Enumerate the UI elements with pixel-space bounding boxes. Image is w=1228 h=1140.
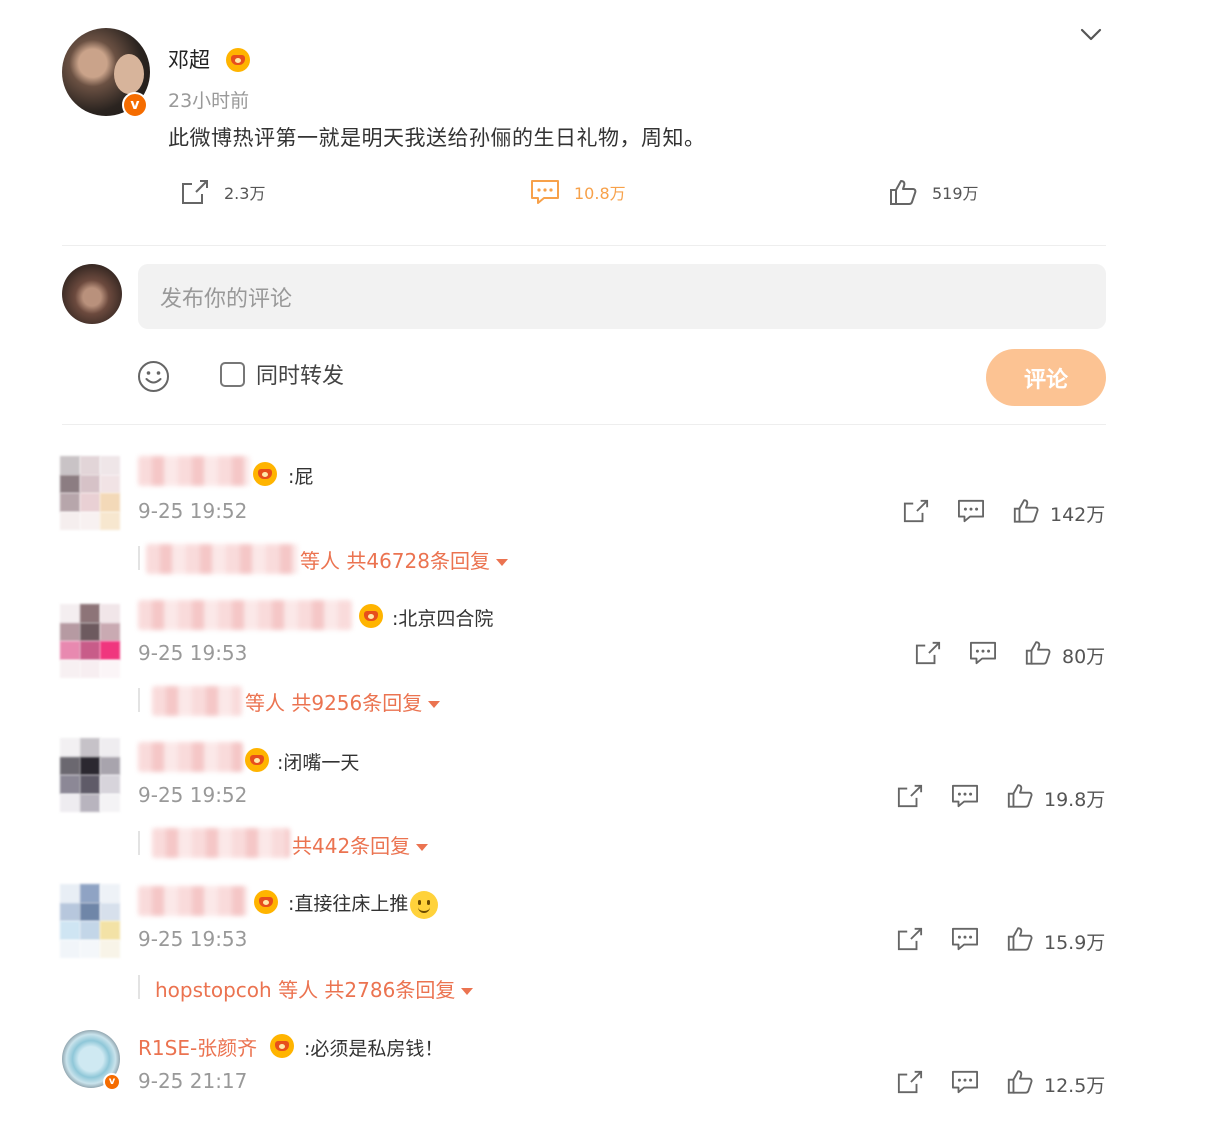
comment-like-count: 80万 bbox=[1062, 646, 1106, 668]
commenter-avatar[interactable] bbox=[60, 604, 120, 678]
repost-icon[interactable] bbox=[896, 1069, 924, 1095]
reply-summary: 共442条回复 bbox=[292, 834, 411, 858]
divider bbox=[62, 245, 1106, 246]
comment-like-count: 142万 bbox=[1050, 504, 1106, 526]
comment-button[interactable]: 10.8万 bbox=[530, 178, 626, 206]
comment-text: :必须是私房钱！ bbox=[304, 1038, 444, 1060]
chevron-down-icon bbox=[495, 559, 508, 566]
comment-input[interactable]: 发布你的评论 bbox=[138, 264, 1106, 329]
comment-time: 9-25 19:52 bbox=[138, 499, 248, 523]
weibo-post-page: v 邓超 23小时前 此微博热评第一就是明天我送给孙俪的生日礼物，周知。 2.3… bbox=[0, 0, 1228, 1140]
comment-icon[interactable] bbox=[951, 926, 979, 952]
my-avatar[interactable] bbox=[62, 264, 122, 324]
reply-bar bbox=[138, 831, 140, 855]
crown-icon bbox=[254, 890, 278, 914]
post-text: 此微博热评第一就是明天我送给孙俪的生日礼物，周知。 bbox=[168, 126, 706, 150]
crown-icon bbox=[245, 748, 269, 772]
reply-users[interactable] bbox=[152, 828, 290, 858]
reply-bar bbox=[138, 975, 140, 999]
chevron-down-icon bbox=[461, 988, 474, 995]
divider bbox=[62, 424, 1106, 425]
comment-icon[interactable] bbox=[951, 783, 979, 809]
view-replies-link[interactable]: 共442条回复 bbox=[292, 830, 429, 859]
crown-icon bbox=[270, 1034, 294, 1058]
like-icon bbox=[890, 180, 917, 205]
reply-summary: 等人 共9256条回复 bbox=[245, 691, 423, 715]
repost-icon[interactable] bbox=[902, 498, 930, 524]
comment-text: :闭嘴一天 bbox=[277, 752, 360, 774]
chevron-down-icon bbox=[416, 844, 429, 851]
comment-time: 9-25 19:53 bbox=[138, 641, 248, 665]
like-icon[interactable] bbox=[1024, 639, 1052, 666]
comment-like-count: 19.8万 bbox=[1044, 789, 1106, 811]
comment-like-count: 15.9万 bbox=[1044, 932, 1106, 954]
verified-icon: v bbox=[122, 92, 148, 118]
comment-text: :北京四合院 bbox=[392, 608, 494, 630]
repost-icon[interactable] bbox=[914, 640, 942, 666]
repost-icon bbox=[182, 180, 208, 204]
comment-time: 9-25 19:52 bbox=[138, 783, 248, 807]
chevron-down-icon bbox=[428, 701, 441, 708]
comment-time: 9-25 19:53 bbox=[138, 927, 248, 951]
comment-text: :直接往床上推 bbox=[288, 889, 439, 919]
reply-bar bbox=[138, 546, 140, 570]
repost-button[interactable]: 2.3万 bbox=[180, 178, 265, 206]
reply-summary: 等人 共46728条回复 bbox=[300, 549, 490, 573]
repost-checkbox-label[interactable]: 同时转发 bbox=[256, 358, 344, 390]
comment-text: :屁 bbox=[288, 466, 314, 488]
repost-checkbox[interactable] bbox=[220, 362, 245, 387]
like-icon[interactable] bbox=[1006, 925, 1034, 952]
repost-icon[interactable] bbox=[896, 783, 924, 809]
commenter-name[interactable] bbox=[138, 600, 352, 630]
comment-time: 9-25 21:17 bbox=[138, 1069, 248, 1093]
emoji-icon[interactable] bbox=[137, 360, 170, 393]
view-replies-link[interactable]: hopstopcoh 等人 共2786条回复 bbox=[155, 974, 474, 1003]
view-replies-link[interactable]: 等人 共46728条回复 bbox=[300, 545, 508, 574]
commenter-avatar[interactable] bbox=[60, 884, 120, 958]
like-button[interactable]: 519万 bbox=[888, 178, 979, 206]
comment-icon[interactable] bbox=[969, 640, 997, 666]
crown-icon bbox=[253, 462, 277, 486]
comment-count: 10.8万 bbox=[574, 184, 626, 203]
repost-count: 2.3万 bbox=[224, 184, 266, 203]
reply-users[interactable] bbox=[152, 686, 242, 716]
post-time[interactable]: 23小时前 bbox=[168, 86, 249, 113]
like-icon[interactable] bbox=[1006, 1068, 1034, 1095]
comment-icon bbox=[531, 180, 559, 204]
commenter-avatar[interactable] bbox=[60, 456, 120, 530]
reply-user-name[interactable]: hopstopcoh bbox=[155, 978, 272, 1002]
submit-comment-button[interactable]: 评论 bbox=[986, 349, 1106, 406]
author-name[interactable]: 邓超 bbox=[168, 44, 210, 74]
commenter-avatar[interactable] bbox=[60, 738, 120, 812]
comment-like-count: 12.5万 bbox=[1044, 1075, 1106, 1097]
repost-icon[interactable] bbox=[896, 926, 924, 952]
reply-users[interactable] bbox=[146, 544, 298, 574]
verified-icon: v bbox=[103, 1073, 121, 1091]
comment-icon[interactable] bbox=[957, 498, 985, 524]
comment-text-content: :直接往床上推 bbox=[288, 893, 409, 915]
commenter-name[interactable] bbox=[138, 456, 250, 486]
reply-summary: 等人 共2786条回复 bbox=[271, 978, 456, 1002]
reply-bar bbox=[138, 688, 140, 712]
like-icon[interactable] bbox=[1012, 497, 1040, 524]
crown-icon bbox=[226, 48, 250, 72]
smiley-emoji-icon bbox=[410, 890, 439, 919]
commenter-name[interactable]: R1SE-张颜齐 bbox=[138, 1032, 257, 1061]
comment-icon[interactable] bbox=[951, 1069, 979, 1095]
crown-icon bbox=[359, 604, 383, 628]
commenter-name[interactable] bbox=[138, 886, 248, 916]
view-replies-link[interactable]: 等人 共9256条回复 bbox=[245, 687, 441, 716]
like-icon[interactable] bbox=[1006, 782, 1034, 809]
like-count: 519万 bbox=[932, 184, 979, 203]
chevron-down-icon[interactable] bbox=[1078, 24, 1104, 44]
commenter-name[interactable] bbox=[138, 742, 243, 772]
